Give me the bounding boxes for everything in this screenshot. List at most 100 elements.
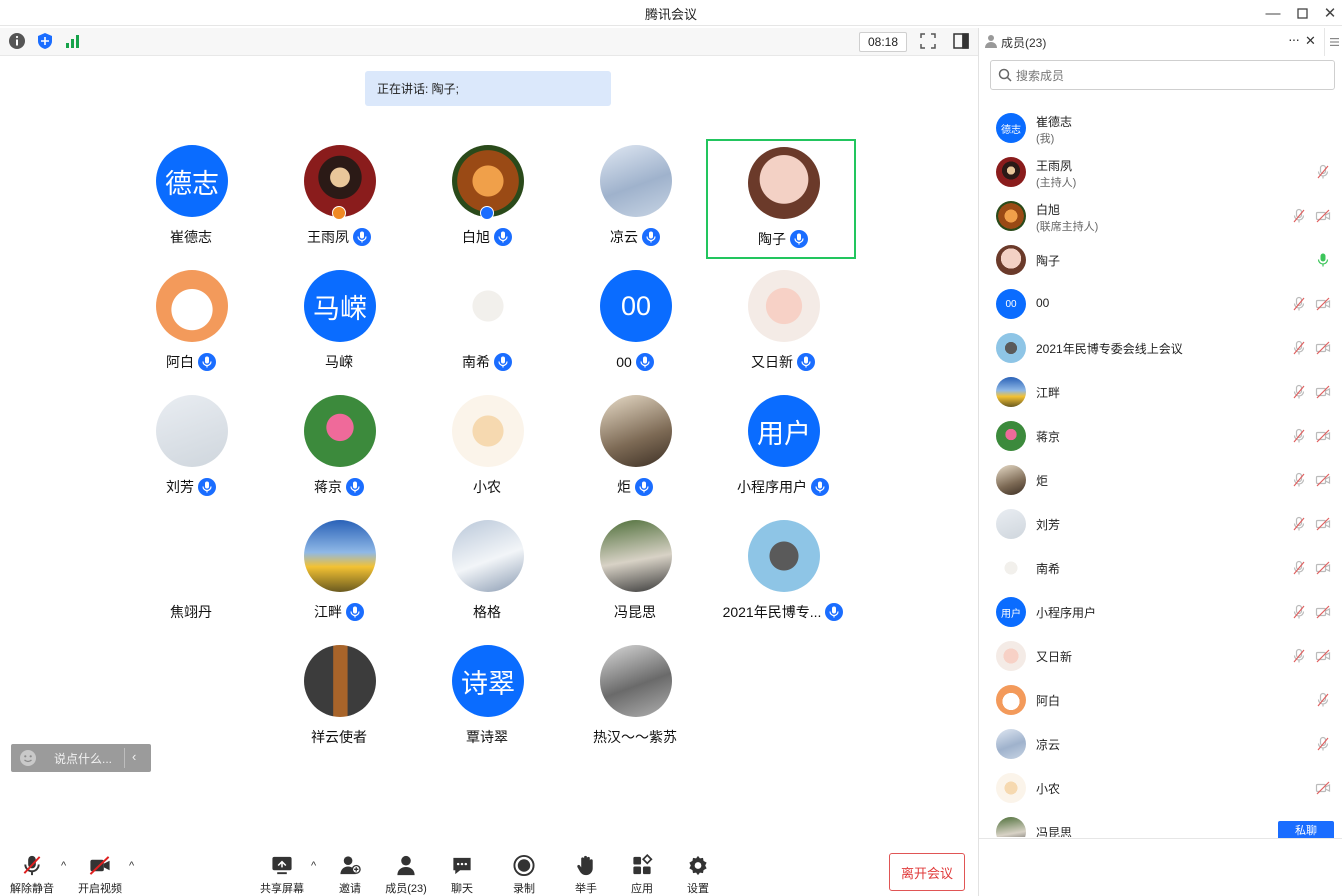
mic-muted-icon <box>1315 736 1331 752</box>
participant-name-row: 2021年民博专... <box>698 602 868 622</box>
record-button[interactable]: 录制 <box>496 854 552 896</box>
camera-off-icon <box>1315 780 1331 796</box>
participant-tile[interactable]: 阿白 <box>116 264 266 384</box>
participant-tile[interactable]: 德志 崔德志 <box>116 139 266 259</box>
member-row[interactable]: 又日新 <box>979 634 1342 678</box>
participant-tile[interactable]: 冯昆思 <box>560 514 710 634</box>
mic-muted-icon <box>1315 692 1331 708</box>
mic-icon <box>198 353 216 371</box>
avatar <box>996 421 1026 451</box>
participant-tile[interactable]: 刘芳 <box>116 389 266 509</box>
member-row[interactable]: 小农 <box>979 766 1342 810</box>
participant-name: 凉云 <box>610 229 638 245</box>
fullscreen-icon[interactable] <box>919 32 939 52</box>
panel-menu-icon[interactable] <box>1324 28 1342 56</box>
participant-tile[interactable]: 00 00 <box>560 264 710 384</box>
chat-button[interactable]: 聊天 <box>434 854 490 896</box>
member-row[interactable]: 阿白 <box>979 678 1342 722</box>
member-row[interactable]: 用户 小程序用户 <box>979 590 1342 634</box>
participant-name: 又日新 <box>751 354 793 370</box>
member-name: 阿白 <box>1036 694 1061 708</box>
apps-button[interactable]: 应用 <box>614 854 670 896</box>
mic-icon <box>635 353 654 371</box>
invite-button[interactable]: 邀请 <box>322 854 378 896</box>
member-row[interactable]: 凉云 <box>979 722 1342 766</box>
avatar <box>996 729 1026 759</box>
member-search-input[interactable]: 搜索成员 <box>990 60 1335 90</box>
participant-tile[interactable]: 白旭 <box>412 139 562 259</box>
maximize-icon[interactable] <box>1291 2 1313 24</box>
chat-placeholder: 说点什么... <box>54 751 113 766</box>
raise-hand-button[interactable]: 举手 <box>558 854 614 896</box>
participant-tile[interactable]: 焦翊丹 <box>116 514 266 634</box>
signal-icon[interactable] <box>64 32 84 52</box>
close-panel-icon[interactable]: ✕ <box>1305 33 1316 49</box>
participant-tile[interactable]: 诗翠 覃诗翠 <box>412 639 562 759</box>
leave-meeting-button[interactable]: 离开会议 <box>889 853 965 891</box>
participant-tile[interactable]: 又日新 <box>708 264 858 384</box>
participant-name: 2021年民博专... <box>722 604 822 620</box>
participant-name-row: 马嵘 <box>254 352 424 372</box>
member-row[interactable]: 江畔 <box>979 370 1342 414</box>
participant-tile[interactable]: 小农 <box>412 389 562 509</box>
camera-off-icon <box>1315 516 1331 532</box>
member-row[interactable]: 白旭 (联席主持人) <box>979 194 1342 238</box>
search-placeholder: 搜索成员 <box>1016 68 1065 83</box>
shield-icon[interactable] <box>36 32 56 52</box>
participant-name: 格格 <box>473 604 501 620</box>
participant-tile[interactable]: 炬 <box>560 389 710 509</box>
members-button[interactable]: 成员(23) <box>378 854 434 896</box>
participant-tile[interactable]: 江畔 <box>264 514 414 634</box>
participant-tile[interactable]: 蒋京 <box>264 389 414 509</box>
emoji-icon[interactable] <box>19 749 37 767</box>
sidebar-toggle-icon[interactable] <box>952 32 972 52</box>
member-row[interactable]: 南希 <box>979 546 1342 590</box>
member-name: 刘芳 <box>1036 518 1061 532</box>
participant-tile[interactable]: 用户 小程序用户 <box>708 389 858 509</box>
mic-muted-icon <box>23 855 41 876</box>
avatar <box>156 395 228 467</box>
member-row[interactable]: 00 00 <box>979 282 1342 326</box>
share-options-icon[interactable]: ^ <box>311 860 316 872</box>
participant-tile[interactable]: 格格 <box>412 514 562 634</box>
member-row[interactable]: 蒋京 <box>979 414 1342 458</box>
info-icon[interactable] <box>8 32 28 52</box>
share-screen-button[interactable]: 共享屏幕 <box>254 854 310 896</box>
audio-options-icon[interactable]: ^ <box>61 860 66 872</box>
settings-button[interactable]: 设置 <box>670 854 726 896</box>
collapse-chat-icon[interactable]: ‹ <box>132 749 136 764</box>
participant-name: 崔德志 <box>170 229 212 245</box>
more-options-icon[interactable]: ··· <box>1288 31 1300 47</box>
members-panel-footer <box>979 838 1342 896</box>
participant-tile[interactable]: 热汉～～紫苏 <box>560 639 710 759</box>
participant-tile[interactable]: 南希 <box>412 264 562 384</box>
participant-tile[interactable]: 2021年民博专... <box>708 514 858 634</box>
unmute-button[interactable]: 解除静音 <box>4 854 60 896</box>
close-icon[interactable]: ✕ <box>1319 2 1341 24</box>
participant-name: 冯昆思 <box>614 604 656 620</box>
mic-muted-icon <box>1291 340 1307 356</box>
start-video-button[interactable]: 开启视频 <box>72 854 128 896</box>
participant-name-row: 又日新 <box>698 352 868 372</box>
minimize-icon[interactable]: — <box>1262 2 1284 24</box>
bottom-toolbar: 解除静音 ^ 开启视频 ^ 共享屏幕 ^ 邀请 成员(23) 聊天 录制 举手 … <box>0 846 978 896</box>
participant-tile[interactable]: 凉云 <box>560 139 710 259</box>
participant-tile[interactable]: 王雨夙 <box>264 139 414 259</box>
title-bar: 腾讯会议 — ✕ <box>0 0 1342 26</box>
video-options-icon[interactable]: ^ <box>129 860 134 872</box>
member-row[interactable]: 王雨夙 (主持人) <box>979 150 1342 194</box>
member-name: 王雨夙 <box>1036 159 1073 173</box>
participant-tile[interactable]: 祥云使者 <box>264 639 414 759</box>
chat-input[interactable]: 说点什么... ‹ <box>11 744 151 772</box>
participant-tile[interactable]: 马嵘 马嵘 <box>264 264 414 384</box>
member-row[interactable]: 2021年民博专委会线上会议 <box>979 326 1342 370</box>
member-name: 崔德志 <box>1036 115 1073 129</box>
member-name: 冯昆思 <box>1036 826 1073 837</box>
member-row[interactable]: 炬 <box>979 458 1342 502</box>
member-row[interactable]: 陶子 <box>979 238 1342 282</box>
avatar <box>748 520 820 592</box>
member-row[interactable]: 刘芳 <box>979 502 1342 546</box>
participant-tile[interactable]: 陶子 <box>706 139 856 259</box>
private-chat-button[interactable]: 私聊 <box>1278 821 1334 839</box>
member-row[interactable]: 德志 崔德志 (我) <box>979 106 1342 150</box>
